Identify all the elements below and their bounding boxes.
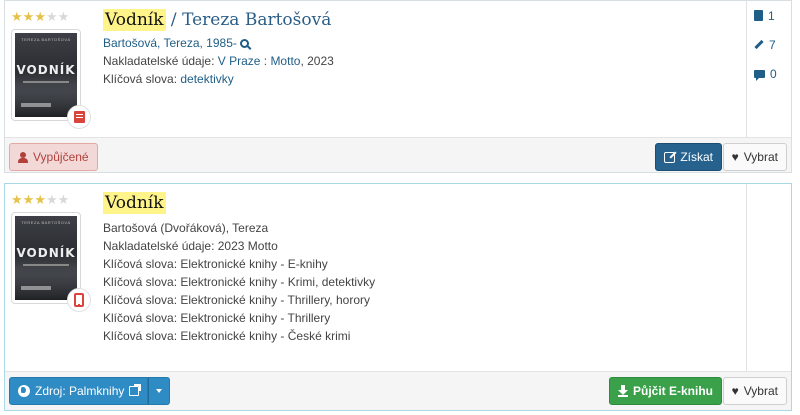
download-icon — [617, 385, 628, 397]
book-icon — [754, 10, 763, 21]
record-side-stats: 1 7 0 — [746, 1, 792, 137]
source-button[interactable]: Zdroj: Palmknihy — [9, 377, 149, 405]
keyword-line: Klíčová slova: Elektronické knihy - Thri… — [103, 311, 331, 325]
author-text: Bartošová (Dvořáková), Tereza — [103, 221, 269, 235]
borrow-ebook-label: Půjčit E-knihu — [632, 384, 713, 398]
author-link[interactable]: Bartošová, Tereza, 1985- — [103, 36, 237, 50]
keyword-link[interactable]: detektivky — [180, 72, 233, 86]
star-icon: ★ — [11, 192, 23, 207]
get-label: Získat — [680, 150, 713, 164]
chevron-down-icon — [156, 389, 162, 393]
borrowed-button[interactable]: Vypůjčené — [9, 143, 98, 171]
cover-author-text: TEREZA BARTOŠOVÁ — [21, 37, 71, 42]
record-info: Vodník / Tereza Bartošová Bartošová, Ter… — [103, 9, 743, 88]
select-label: Vybrat — [743, 150, 778, 164]
record-footer: Zdroj: Palmknihy Půjčit E-knihu ♥ Vybrat — [5, 371, 791, 410]
publisher-label: Nakladatelské údaje: — [103, 54, 218, 68]
title-responsibility[interactable]: / Tereza Bartošová — [166, 10, 331, 30]
keyword-line: Klíčová slova: Elektronické knihy - Krim… — [103, 275, 376, 289]
keywords-label: Klíčová slova: — [103, 72, 181, 86]
star-icon: ★ — [22, 192, 35, 207]
record-title[interactable]: Vodník — [103, 192, 743, 214]
publisher-year: , 2023 — [300, 54, 334, 68]
editions-count[interactable]: 7 — [747, 30, 792, 59]
record-item: ★ ★ ★ ★ ★ TEREZA BARTOŠOVÁ VODNÍK Vodník / T… — [4, 0, 792, 173]
keyword-line: Klíčová slova: Elektronické knihy - E-kn… — [103, 257, 328, 271]
rating-stars: ★ ★ ★ ★ ★ — [11, 193, 69, 206]
edit-icon — [664, 151, 676, 163]
rating-stars: ★ ★ ★ ★ ★ — [11, 10, 69, 23]
cover-image: TEREZA BARTOŠOVÁ VODNÍK — [15, 33, 77, 117]
record-side-stats — [746, 184, 792, 371]
heart-icon: ♥ — [731, 150, 739, 164]
record-info: Vodník Bartošová (Dvořáková), Tereza Nak… — [103, 192, 743, 345]
tablet-icon — [74, 293, 84, 307]
comments-value: 0 — [770, 66, 777, 81]
star-icon: ★ — [22, 9, 35, 24]
cover-title-text: VODNÍK — [16, 63, 76, 77]
publisher-link[interactable]: V Praze : Motto — [218, 54, 301, 68]
record-item: ★ ★ ★ ★ ★ TEREZA BARTOŠOVÁ VODNÍK Vodník Bar… — [4, 183, 792, 411]
cover-title-text: VODNÍK — [16, 246, 76, 260]
heart-icon: ♥ — [731, 384, 739, 398]
source-label: Zdroj: Palmknihy — [35, 384, 125, 398]
borrow-ebook-button[interactable]: Půjčit E-knihu — [608, 377, 722, 405]
record-title[interactable]: Vodník / Tereza Bartošová — [103, 9, 743, 31]
title-highlight[interactable]: Vodník — [103, 9, 166, 31]
keyword-line: Klíčová slova: Elektronické knihy - Thri… — [103, 293, 370, 307]
comment-icon — [754, 69, 765, 81]
book-icon — [73, 111, 85, 123]
star-icon: ★ — [34, 9, 46, 24]
star-icon: ★ — [11, 9, 23, 24]
select-button[interactable]: ♥ Vybrat — [722, 377, 787, 405]
search-icon[interactable] — [239, 39, 249, 48]
format-badge — [67, 105, 91, 129]
get-button[interactable]: Získat — [655, 143, 722, 171]
format-badge — [67, 288, 91, 312]
select-label: Vybrat — [743, 384, 778, 398]
copies-count[interactable]: 1 — [747, 1, 792, 30]
title-highlight[interactable]: Vodník — [103, 192, 166, 214]
star-empty-icon: ★ — [45, 192, 58, 207]
star-icon: ★ — [34, 192, 46, 207]
star-empty-icon: ★ — [45, 9, 58, 24]
pencil-icon — [754, 39, 764, 50]
external-link-icon — [129, 384, 142, 396]
editions-value: 7 — [769, 37, 776, 52]
source-dropdown-toggle[interactable] — [148, 377, 170, 405]
cover-author-text: TEREZA BARTOŠOVÁ — [21, 220, 71, 225]
copies-value: 1 — [768, 8, 775, 23]
record-footer: Vypůjčené Získat ♥ Vybrat — [5, 137, 791, 172]
select-button[interactable]: ♥ Vybrat — [722, 143, 787, 171]
keyword-line: Klíčová slova: Elektronické knihy - Česk… — [103, 329, 351, 343]
star-empty-icon: ★ — [57, 9, 70, 24]
cover-image: TEREZA BARTOŠOVÁ VODNÍK — [15, 216, 77, 300]
publisher-text: Nakladatelské údaje: 2023 Motto — [103, 239, 278, 253]
user-icon — [18, 151, 28, 163]
star-empty-icon: ★ — [57, 192, 70, 207]
comments-count[interactable]: 0 — [747, 59, 792, 88]
borrowed-label: Vypůjčené — [33, 150, 89, 164]
globe-icon — [18, 385, 30, 397]
